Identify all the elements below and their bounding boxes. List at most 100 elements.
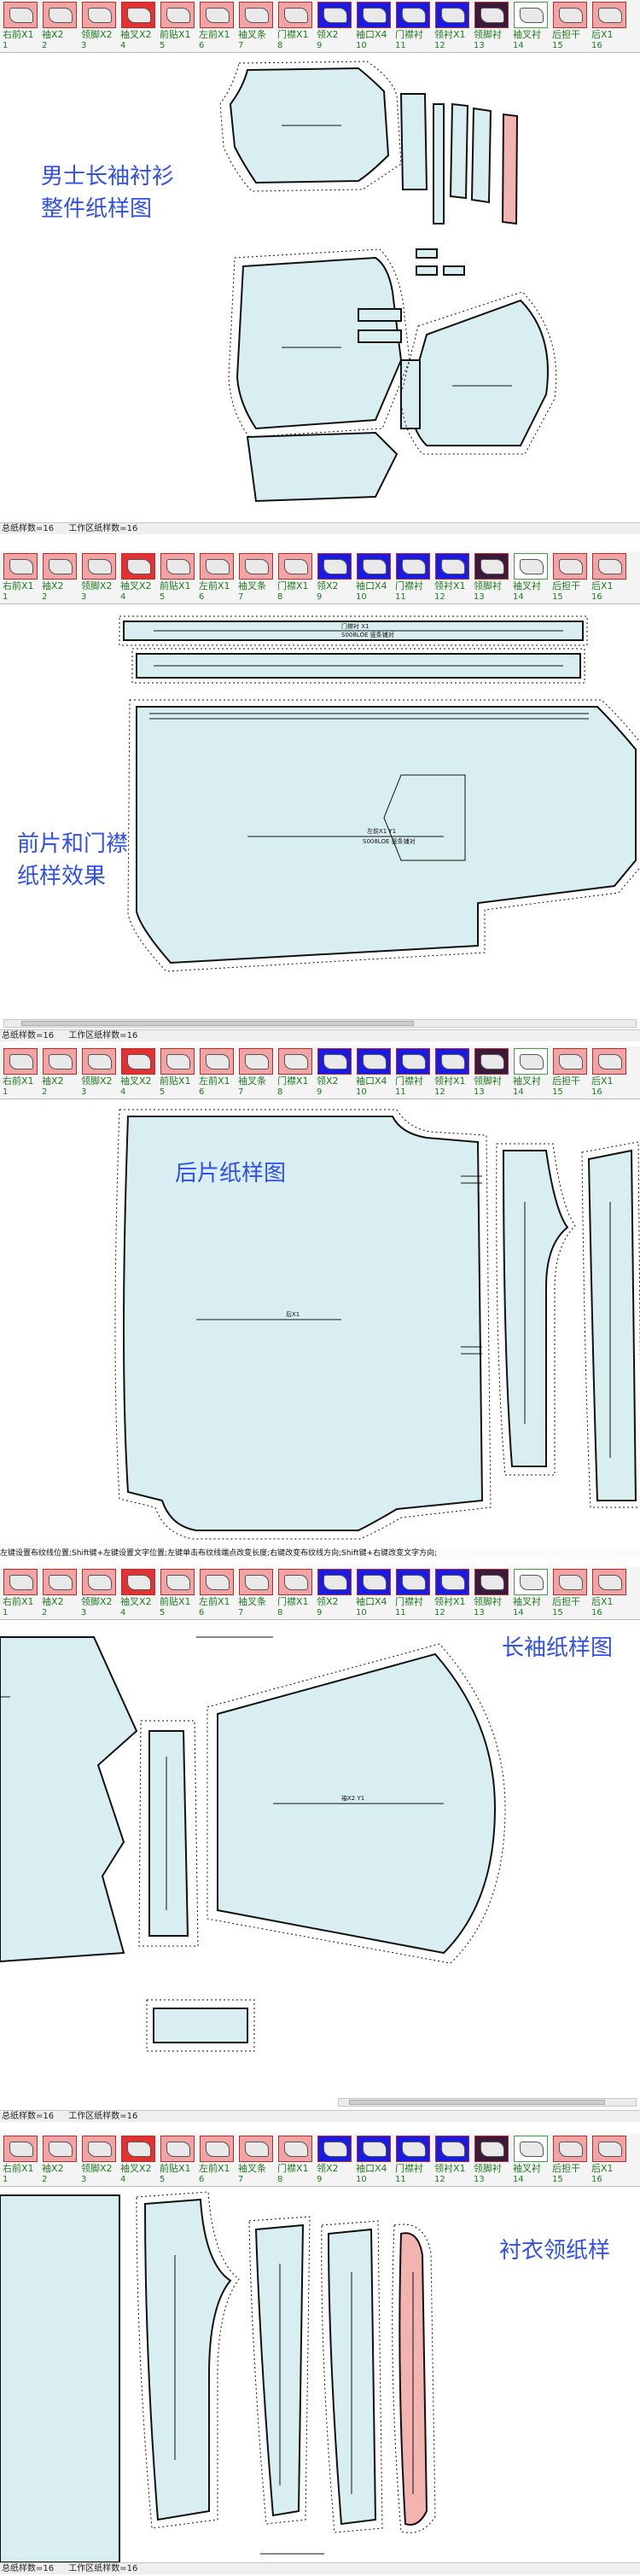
piece-tile-label: 后担干	[552, 580, 580, 592]
piece-tile[interactable]: 领X2 9	[316, 1046, 353, 1099]
piece-tile[interactable]: 领衬X1 12	[433, 1046, 471, 1099]
piece-tile[interactable]: 前贴X1 5	[159, 2134, 196, 2187]
piece-tile[interactable]: 左前X1 6	[198, 551, 236, 604]
piece-tile[interactable]: 左前X1 6	[198, 0, 236, 53]
piece-tile[interactable]: 袖X2 2	[41, 2134, 79, 2187]
horizontal-scrollbar[interactable]	[338, 2098, 637, 2107]
layout-canvas[interactable]: 后X1 后片纸样图	[0, 1099, 640, 1545]
front-sublabel: S008LOE 竖条铺对	[363, 837, 416, 845]
piece-tile[interactable]: 袖叉衬 14	[512, 2134, 550, 2187]
piece-tile[interactable]: 袖叉条 7	[237, 551, 275, 604]
layout-canvas[interactable]: 衬衣领纸样	[0, 2187, 640, 2562]
piece-tile[interactable]: 后X1 16	[591, 1567, 628, 1620]
layout-canvas[interactable]: 男士长袖衬衫 整件纸样图	[0, 53, 640, 521]
piece-tile[interactable]: 左前X1 6	[198, 2134, 236, 2187]
piece-tile[interactable]: 后X1 16	[591, 551, 628, 604]
piece-tile[interactable]: 前贴X1 5	[159, 551, 196, 604]
piece-tile[interactable]: 袖叉X2 4	[119, 0, 157, 53]
collar-lining-icon	[435, 2, 469, 28]
piece-tile[interactable]: 袖叉衬 14	[512, 1567, 550, 1620]
piece-tile-label: 袖叉衬	[513, 1075, 541, 1087]
piece-tile[interactable]: 领脚X2 3	[80, 551, 118, 604]
piece-tile[interactable]: 袖叉衬 14	[512, 1046, 550, 1099]
piece-tile[interactable]: 门襟X1 8	[276, 2134, 314, 2187]
piece-tile[interactable]: 右前X1 1	[2, 1567, 39, 1620]
piece-tile[interactable]: 袖叉X2 4	[119, 1046, 157, 1099]
piece-tile[interactable]: 右前X1 1	[2, 1046, 39, 1099]
piece-tile[interactable]: 袖X2 2	[41, 1567, 79, 1620]
piece-tile[interactable]: 前贴X1 5	[159, 1567, 196, 1620]
piece-toolbar: 右前X1 1 袖X2 2 领脚X2 3 袖叉X2 4 前贴X1 5 左前X1 6 袖叉条 7 门襟X1 8 领X…	[0, 0, 640, 53]
piece-tile-label: 门襟衬	[395, 1596, 423, 1607]
piece-tile[interactable]: 门襟X1 8	[276, 551, 314, 604]
piece-tile[interactable]: 前贴X1 5	[159, 0, 196, 53]
horizontal-scrollbar[interactable]	[3, 1019, 637, 1028]
piece-tile[interactable]: 领X2 9	[316, 0, 353, 53]
layout-canvas[interactable]: 袖X2 Y1 长袖纸样图	[0, 1620, 640, 2096]
piece-tile[interactable]: 领脚衬 13	[473, 0, 510, 53]
piece-tile[interactable]: 领脚X2 3	[80, 1046, 118, 1099]
piece-tile[interactable]: 袖叉条 7	[237, 1046, 275, 1099]
piece-tile[interactable]: 门襟衬 11	[394, 2134, 432, 2187]
piece-tile[interactable]: 右前X1 1	[2, 551, 39, 604]
piece-tile[interactable]: 领脚X2 3	[80, 2134, 118, 2187]
piece-tile[interactable]: 领衬X1 12	[433, 1567, 471, 1620]
piece-tile-label: 领衬X1	[434, 580, 466, 592]
piece-tile[interactable]: 袖X2 2	[41, 0, 79, 53]
piece-tile[interactable]: 左前X1 6	[198, 1567, 236, 1620]
piece-thumbnail-shape	[520, 1054, 544, 1069]
piece-tile[interactable]: 领脚衬 13	[473, 551, 510, 604]
piece-tile[interactable]: 右前X1 1	[2, 0, 39, 53]
piece-tile-index: 11	[395, 592, 406, 602]
piece-tile[interactable]: 门襟衬 11	[394, 551, 432, 604]
piece-tile[interactable]: 袖口X4 10	[355, 551, 393, 604]
front-panel-icon	[200, 1048, 234, 1075]
piece-tile[interactable]: 袖口X4 10	[355, 1567, 393, 1620]
piece-tile[interactable]: 袖叉衬 14	[512, 551, 550, 604]
piece-tile[interactable]: 袖X2 2	[41, 1046, 79, 1099]
piece-tile[interactable]: 袖叉X2 4	[119, 1567, 157, 1620]
piece-tile[interactable]: 后X1 16	[591, 1046, 628, 1099]
piece-tile[interactable]: 袖口X4 10	[355, 1046, 393, 1099]
scrollbar-thumb[interactable]	[21, 1021, 414, 1026]
piece-tile[interactable]: 领脚衬 13	[473, 1567, 510, 1620]
piece-tile[interactable]: 领脚衬 13	[473, 1046, 510, 1099]
piece-tile[interactable]: 后X1 16	[591, 0, 628, 53]
piece-tile[interactable]: 领衬X1 12	[433, 551, 471, 604]
piece-tile[interactable]: 门襟衬 11	[394, 1046, 432, 1099]
scrollbar-thumb[interactable]	[349, 2100, 605, 2105]
piece-tile[interactable]: 袖叉衬 14	[512, 0, 550, 53]
piece-tile[interactable]: 前贴X1 5	[159, 1046, 196, 1099]
piece-tile[interactable]: 袖叉X2 4	[119, 551, 157, 604]
piece-tile[interactable]: 门襟X1 8	[276, 1567, 314, 1620]
piece-tile[interactable]: 袖口X4 10	[355, 0, 393, 53]
piece-tile[interactable]: 门襟X1 8	[276, 0, 314, 53]
piece-tile[interactable]: 门襟衬 11	[394, 0, 432, 53]
piece-tile[interactable]: 领X2 9	[316, 2134, 353, 2187]
piece-tile[interactable]: 领脚X2 3	[80, 0, 118, 53]
piece-thumbnail-shape	[88, 559, 112, 574]
piece-tile[interactable]: 后担干 15	[551, 0, 589, 53]
piece-tile[interactable]: 袖叉条 7	[237, 0, 275, 53]
piece-tile[interactable]: 领衬X1 12	[433, 0, 471, 53]
piece-tile[interactable]: 袖叉X2 4	[119, 2134, 157, 2187]
piece-tile[interactable]: 后担干 15	[551, 551, 589, 604]
piece-tile[interactable]: 袖叉条 7	[237, 1567, 275, 1620]
piece-tile[interactable]: 领X2 9	[316, 551, 353, 604]
piece-tile[interactable]: 后担干 15	[551, 2134, 589, 2187]
piece-tile[interactable]: 袖口X4 10	[355, 2134, 393, 2187]
piece-tile[interactable]: 袖X2 2	[41, 551, 79, 604]
piece-tile[interactable]: 后担干 15	[551, 1567, 589, 1620]
piece-tile[interactable]: 后X1 16	[591, 2134, 628, 2187]
piece-tile[interactable]: 右前X1 1	[2, 2134, 39, 2187]
piece-tile[interactable]: 门襟X1 8	[276, 1046, 314, 1099]
layout-canvas[interactable]: 门襟衬 X1 S008LOE 竖条铺对 左前X1 Y1 S008LOE 竖条铺对…	[0, 604, 640, 1017]
piece-tile[interactable]: 领脚X2 3	[80, 1567, 118, 1620]
piece-tile[interactable]: 后担干 15	[551, 1046, 589, 1099]
piece-tile[interactable]: 门襟衬 11	[394, 1567, 432, 1620]
piece-tile[interactable]: 左前X1 6	[198, 1046, 236, 1099]
piece-tile[interactable]: 领衬X1 12	[433, 2134, 471, 2187]
piece-tile[interactable]: 袖叉条 7	[237, 2134, 275, 2187]
piece-tile[interactable]: 领脚衬 13	[473, 2134, 510, 2187]
piece-tile[interactable]: 领X2 9	[316, 1567, 353, 1620]
